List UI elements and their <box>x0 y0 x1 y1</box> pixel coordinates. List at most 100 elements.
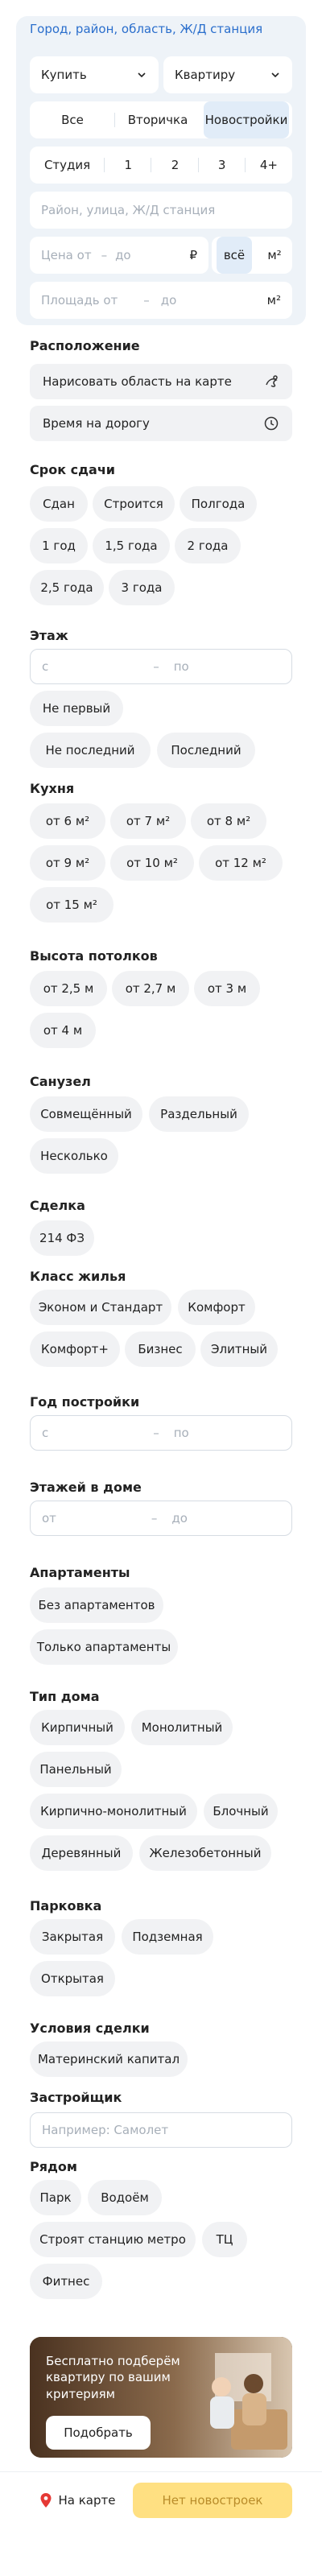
show-results-button[interactable]: Нет новостроек <box>133 2483 292 2518</box>
area-input[interactable]: Площадь от – до м² <box>30 282 292 319</box>
floors-from-placeholder: от <box>42 1511 56 1525</box>
developer-input[interactable]: Например: Самолет <box>30 2112 292 2148</box>
chip-floor-last[interactable]: Последний <box>157 733 255 768</box>
chip-parking-underground[interactable]: Подземная <box>122 1919 213 1955</box>
chip-kitchen-9[interactable]: от 9 м² <box>30 845 105 881</box>
region-link[interactable]: Город, район, область, Ж/Д станция <box>30 22 262 36</box>
chip-ceiling-4[interactable]: от 4 м <box>30 1013 96 1048</box>
clock-icon <box>264 416 279 431</box>
draw-area-label: Нарисовать область на карте <box>43 374 232 389</box>
floor-range-input[interactable]: с – по <box>30 649 292 684</box>
chip-house-monolith[interactable]: Монолитный <box>131 1710 233 1745</box>
chip-apartments-without[interactable]: Без апартаментов <box>30 1587 163 1623</box>
market-all[interactable]: Все <box>30 101 115 138</box>
ceiling-title: Высота потолков <box>30 948 158 964</box>
housing-class-title: Класс жилья <box>30 1269 126 1284</box>
chip-house-panel[interactable]: Панельный <box>30 1752 122 1787</box>
map-pin-icon <box>40 2493 51 2508</box>
chip-nearby-fitness[interactable]: Фитнес <box>30 2264 102 2299</box>
market-secondary[interactable]: Вторичка <box>115 101 200 138</box>
chip-nearby-metro[interactable]: Строят станцию метро <box>30 2222 196 2257</box>
price-scope-sqm[interactable]: м² <box>257 237 292 274</box>
nearby-title: Рядом <box>30 2159 77 2174</box>
chip-house-brick-monolith[interactable]: Кирпично-монолитный <box>30 1794 197 1829</box>
property-type-select[interactable]: Квартиру <box>163 56 292 93</box>
chip-bathroom-several[interactable]: Несколько <box>30 1138 118 1174</box>
chip-nearby-park[interactable]: Парк <box>30 2180 81 2215</box>
price-input[interactable]: Цена от – до ₽ <box>30 237 208 274</box>
chip-deadline-2-5y[interactable]: 2,5 года <box>30 570 104 605</box>
chip-class-business[interactable]: Бизнес <box>125 1331 196 1367</box>
chip-class-econom[interactable]: Эконом и Стандарт <box>30 1290 171 1325</box>
chip-class-comfort-plus[interactable]: Комфорт+ <box>30 1331 120 1367</box>
chip-house-block[interactable]: Блочный <box>204 1794 278 1829</box>
house-type-title: Тип дома <box>30 1689 100 1704</box>
deal-type-select[interactable]: Купить <box>30 56 159 93</box>
area-to-placeholder: до <box>160 293 177 308</box>
market-segment: Все Вторичка Новостройки <box>30 101 292 138</box>
chip-house-brick[interactable]: Кирпичный <box>30 1710 125 1745</box>
deal-type-value: Купить <box>41 68 87 82</box>
chip-deadline-1-5y[interactable]: 1,5 года <box>93 528 170 564</box>
chip-floor-not-first[interactable]: Не первый <box>30 691 123 726</box>
room-2[interactable]: 2 <box>151 147 199 184</box>
chip-maternity-capital[interactable]: Материнский капитал <box>30 2041 188 2077</box>
floor-title: Этаж <box>30 628 68 643</box>
chip-kitchen-10[interactable]: от 10 м² <box>110 845 194 881</box>
chip-deadline-2y[interactable]: 2 года <box>175 528 241 564</box>
chip-deadline-half-year[interactable]: Полгода <box>180 486 257 522</box>
chip-kitchen-15[interactable]: от 15 м² <box>30 887 114 923</box>
chip-parking-closed[interactable]: Закрытая <box>30 1919 115 1955</box>
chip-house-reinforced[interactable]: Железобетонный <box>139 1835 271 1871</box>
chip-kitchen-8[interactable]: от 8 м² <box>191 803 266 839</box>
travel-time-button[interactable]: Время на дорогу <box>30 406 292 441</box>
chip-deadline-building[interactable]: Строится <box>93 486 175 522</box>
chip-parking-open[interactable]: Открытая <box>30 1961 115 1996</box>
map-button[interactable]: На карте <box>30 2483 125 2518</box>
chip-kitchen-12[interactable]: от 12 м² <box>199 845 283 881</box>
price-scope-all[interactable]: всё <box>217 237 252 274</box>
chip-deadline-3y[interactable]: 3 года <box>109 570 175 605</box>
floors-input[interactable]: от – до <box>30 1501 292 1536</box>
chip-bathroom-combined[interactable]: Совмещённый <box>30 1096 142 1132</box>
chip-ceiling-3[interactable]: от 3 м <box>194 971 260 1006</box>
chip-house-wooden[interactable]: Деревянный <box>30 1835 133 1871</box>
build-year-to-placeholder: по <box>173 1426 189 1440</box>
room-4plus[interactable]: 4+ <box>246 147 292 184</box>
chip-deadline-1y[interactable]: 1 год <box>30 528 88 564</box>
floor-from-placeholder: с <box>42 659 49 674</box>
build-year-input[interactable]: с – по <box>30 1415 292 1451</box>
draw-area-button[interactable]: Нарисовать область на карте <box>30 364 292 399</box>
chip-ceiling-2-7[interactable]: от 2,7 м <box>112 971 189 1006</box>
kitchen-title: Кухня <box>30 781 75 796</box>
address-placeholder: Район, улица, Ж/Д станция <box>41 203 216 217</box>
area-unit: м² <box>266 293 281 308</box>
promo-button[interactable]: Подобрать <box>46 2416 151 2450</box>
room-3[interactable]: 3 <box>199 147 246 184</box>
deadline-title: Срок сдачи <box>30 462 116 477</box>
market-new[interactable]: Новостройки <box>204 101 289 138</box>
chip-deal-214fz[interactable]: 214 ФЗ <box>30 1220 94 1256</box>
chip-kitchen-7[interactable]: от 7 м² <box>110 803 186 839</box>
promo-banner: Бесплатно подберём квартиру по вашим кри… <box>30 2337 292 2458</box>
room-studio[interactable]: Студия <box>30 147 105 184</box>
price-from-placeholder: Цена от <box>41 248 92 262</box>
build-year-title: Год постройки <box>30 1394 140 1410</box>
travel-time-label: Время на дорогу <box>43 416 150 431</box>
chip-class-comfort[interactable]: Комфорт <box>178 1290 255 1325</box>
price-unit: ₽ <box>189 248 197 262</box>
chip-nearby-mall[interactable]: ТЦ <box>202 2222 247 2257</box>
floors-to-placeholder: до <box>171 1511 188 1525</box>
chip-apartments-only[interactable]: Только апартаменты <box>30 1629 178 1665</box>
chip-kitchen-6[interactable]: от 6 м² <box>30 803 105 839</box>
build-year-from-placeholder: с <box>42 1426 49 1440</box>
chip-nearby-water[interactable]: Водоём <box>88 2180 162 2215</box>
chip-class-elite[interactable]: Элитный <box>200 1331 278 1367</box>
chip-bathroom-separate[interactable]: Раздельный <box>149 1096 249 1132</box>
chip-floor-not-last[interactable]: Не последний <box>30 733 151 768</box>
chip-deadline-done[interactable]: Сдан <box>30 486 88 522</box>
room-1[interactable]: 1 <box>105 147 152 184</box>
range-dash: – <box>153 1426 159 1440</box>
address-input[interactable]: Район, улица, Ж/Д станция <box>30 192 292 229</box>
chip-ceiling-2-5[interactable]: от 2,5 м <box>30 971 107 1006</box>
